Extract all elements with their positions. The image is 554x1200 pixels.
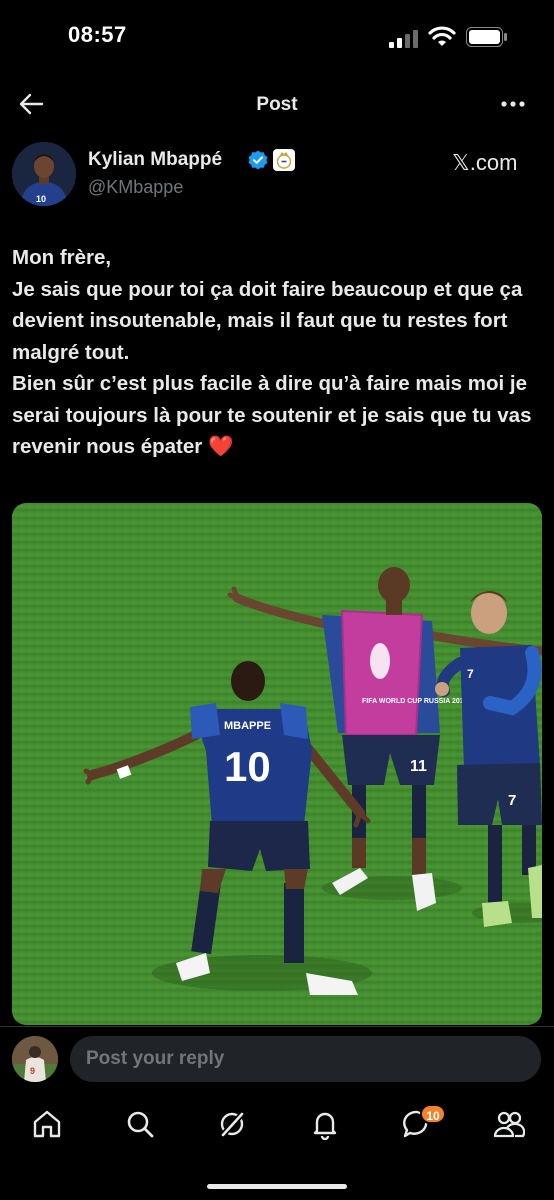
bib-text: FIFA WORLD CUP RUSSIA 2018 [362,698,468,705]
post-body: Mon frère, Je sais que pour toi ça doit … [12,242,547,463]
more-options-icon[interactable] [500,100,526,108]
front-jersey-name: MBAPPE [224,720,271,732]
home-indicator[interactable] [207,1184,347,1189]
author-avatar[interactable]: 10 [12,142,76,206]
verified-badge-icon [248,150,268,170]
user-avatar-image: 9 [12,1036,58,1082]
front-jersey-number: 10 [224,743,271,790]
search-icon[interactable] [124,1108,156,1140]
right-jersey-chest-number: 7 [467,667,474,681]
football-celebration-image: FIFA WORLD CUP RUSSIA 2018 11 7 7 MBAPPE… [12,503,542,1025]
page-title: Post [256,94,298,115]
author-name[interactable]: Kylian Mbappé [88,149,222,171]
communities-icon[interactable] [493,1108,525,1140]
battery-icon [466,27,507,47]
home-icon[interactable] [31,1108,63,1140]
svg-text:9: 9 [30,1066,35,1076]
center-jersey-number: 11 [410,758,427,775]
post-photo[interactable]: FIFA WORLD CUP RUSSIA 2018 11 7 7 MBAPPE… [12,503,542,1025]
messages-badge: 10 [420,1104,446,1124]
heart-emoji: ❤️ [207,435,234,458]
status-time: 08:57 [68,22,127,47]
cellular-signal-icon [389,30,418,48]
user-avatar[interactable]: 9 [12,1036,58,1082]
avatar-image: 10 [12,142,76,206]
right-jersey-number: 7 [508,792,516,809]
author-handle[interactable]: @KMbappe [88,177,183,198]
source-label: 𝕏.com [452,150,518,175]
notifications-bell-icon[interactable] [309,1108,341,1140]
svg-text:10: 10 [36,194,46,204]
reply-input[interactable] [70,1036,541,1082]
affiliation-badge-icon [273,149,295,171]
wifi-icon [428,26,456,46]
grok-icon[interactable] [216,1108,248,1140]
post-text: Mon frère, Je sais que pour toi ça doit … [12,246,532,458]
